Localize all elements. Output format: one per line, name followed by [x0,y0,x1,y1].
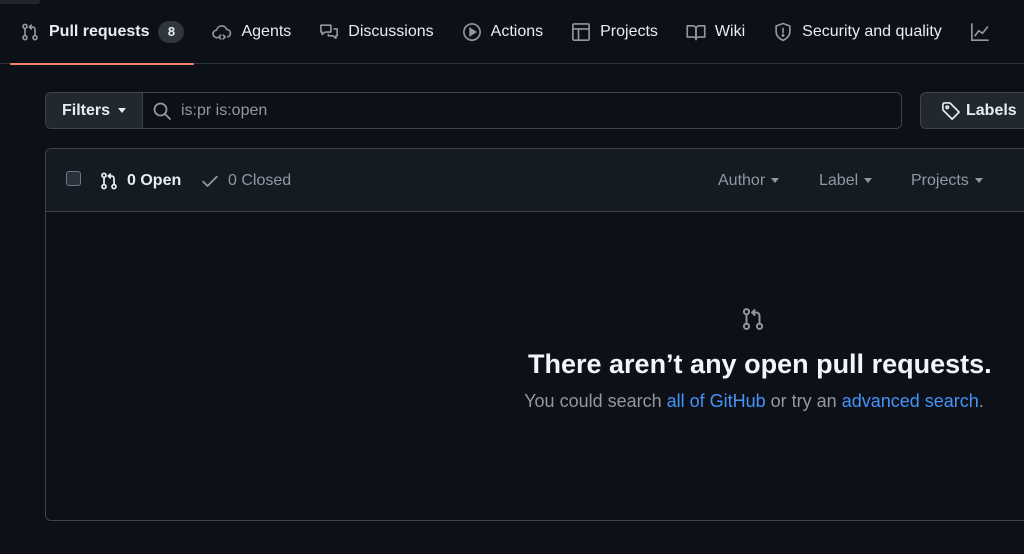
closed-count: 0 Closed [228,171,292,189]
tab-actions[interactable]: Actions [452,0,553,64]
tab-security[interactable]: Security and quality [763,0,952,64]
desc-prefix: You could search [524,391,667,411]
tab-label: Agents [241,22,292,40]
desc-suffix: . [978,391,984,411]
tab-label: Projects [600,22,658,40]
tab-agents[interactable]: Agents [202,0,301,64]
blankslate-description: You could search all of GitHub or try an… [466,391,1024,412]
book-icon [686,22,706,42]
tab-label: Wiki [714,22,746,40]
advanced-search-link[interactable]: advanced search [842,391,979,411]
check-icon [202,175,218,187]
closed-filter-link[interactable]: 0 Closed [200,149,291,212]
pull-requests-counter: 8 [158,20,185,43]
tab-label: Pull requests [49,22,150,40]
cloud-agent-icon [212,22,232,42]
tab-label: Discussions [348,22,434,40]
comment-discussion-icon [319,22,339,42]
search-icon [153,102,171,120]
search-wrap [143,93,901,128]
tab-projects[interactable]: Projects [561,0,668,64]
tab-discussions[interactable]: Discussions [309,0,443,64]
git-pull-request-icon [742,308,764,330]
labels-button[interactable]: Labels [920,92,1024,129]
blankslate: There aren’t any open pull requests. You… [46,213,1024,520]
label-filter-dropdown[interactable]: Label [819,149,873,212]
tab-insights-partial[interactable] [960,0,1009,64]
blankslate-title: There aren’t any open pull requests. [528,349,992,379]
sort-label: Label [819,171,859,189]
page: Pull requests 8 Agents Discussions Actio… [0,0,1024,554]
search-input[interactable] [181,101,901,120]
author-filter-dropdown[interactable]: Author [718,149,780,212]
sort-label: Projects [911,171,969,189]
list-header: 0 Open 0 Closed Author Label Projects [46,149,1024,212]
sort-label: Author [718,171,766,189]
projects-filter-dropdown[interactable]: Projects [911,149,983,212]
play-icon [462,22,482,42]
filters-button[interactable]: Filters [46,93,143,128]
git-pull-request-icon [20,22,40,42]
pull-request-list: 0 Open 0 Closed Author Label Projects Th… [45,148,1024,521]
select-all-checkbox[interactable] [66,171,81,186]
all-of-github-link[interactable]: all of GitHub [667,391,766,411]
tab-pull-requests[interactable]: Pull requests 8 [10,0,195,65]
filter-bar: Filters [45,92,902,129]
caret-down-icon [771,178,780,183]
open-count: 0 Open [127,171,182,189]
tag-icon [942,101,960,120]
graph-icon [970,22,990,42]
shield-icon [773,22,793,42]
caret-down-icon [864,178,873,183]
caret-down-icon [118,108,126,113]
caret-down-icon [974,178,983,183]
tab-label: Actions [490,22,544,40]
desc-middle: or try an [765,391,842,411]
tab-wiki[interactable]: Wiki [676,0,755,64]
filters-label: Filters [61,101,110,119]
labels-label: Labels [966,101,1017,119]
tab-label: Security and quality [802,22,942,40]
git-pull-request-icon [101,171,117,189]
table-icon [571,22,591,42]
open-filter-link[interactable]: 0 Open [99,149,181,212]
repo-nav: Pull requests 8 Agents Discussions Actio… [0,0,1024,65]
